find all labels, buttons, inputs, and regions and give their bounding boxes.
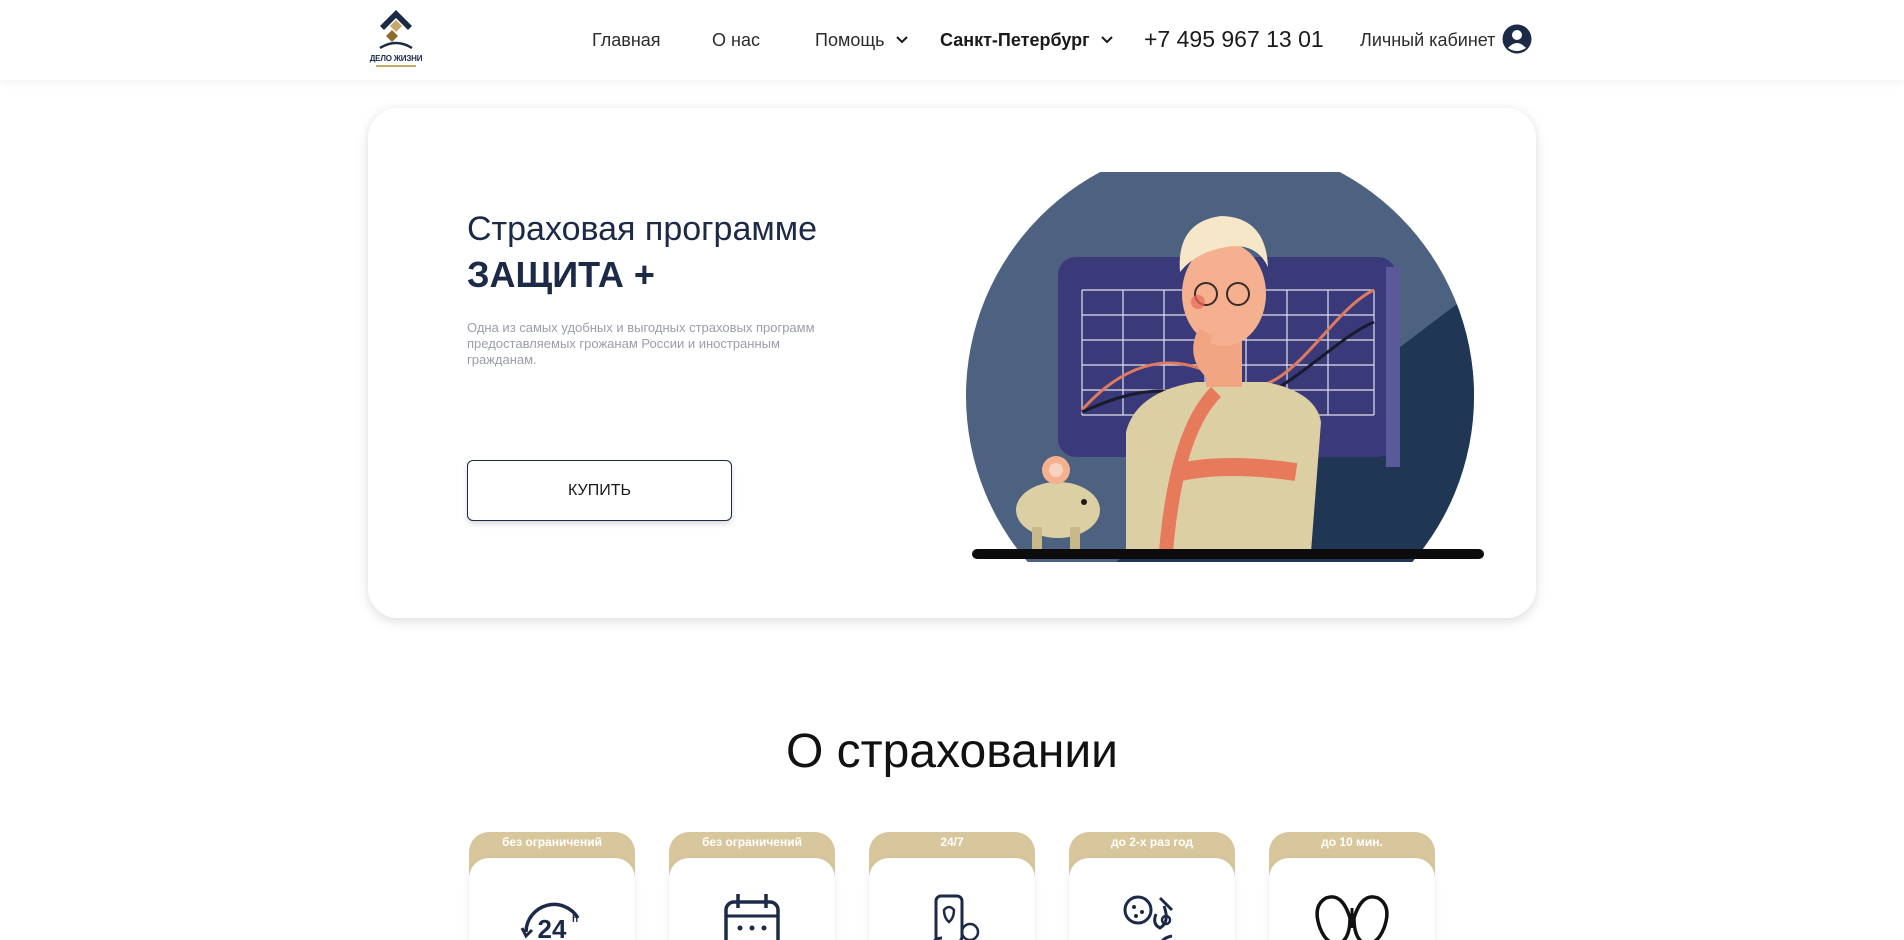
site-header: ДЕЛО ЖИЗНИ Главная О нас Помощь Санкт-Пе… — [0, 0, 1904, 80]
chevron-down-icon — [895, 36, 908, 44]
logo-underline — [376, 65, 416, 67]
chevron-down-icon — [1100, 36, 1113, 44]
feature-card[interactable]: до 2-х раз год — [1069, 832, 1235, 940]
24h-icon: 24 h — [520, 902, 580, 940]
user-icon[interactable] — [1502, 24, 1532, 54]
feature-card[interactable]: без ограничений 24 h — [469, 832, 635, 940]
feature-tag: без ограничений — [702, 835, 802, 849]
feature-card-body — [669, 858, 835, 940]
nav-help-label: Помощь — [815, 30, 885, 50]
buy-button[interactable]: КУПИТЬ — [467, 460, 732, 521]
hero-program-name: ЗАЩИТА + — [467, 254, 655, 295]
feature-card[interactable]: до 10 мин. — [1269, 832, 1435, 940]
hero-title: Страховая программе — [467, 210, 818, 248]
nav-city-label: Санкт-Петербург — [940, 30, 1090, 50]
phone-support-icon — [933, 894, 980, 940]
nav-about[interactable]: О нас — [712, 30, 760, 51]
personal-cabinet-link[interactable]: Личный кабинет — [1360, 30, 1495, 51]
lungs-icon — [1315, 895, 1389, 940]
calendar-icon — [724, 894, 780, 940]
svg-text:24: 24 — [538, 914, 567, 940]
nav-help[interactable]: Помощь — [815, 30, 908, 51]
svg-text:h: h — [572, 914, 578, 925]
hero-illustration — [966, 172, 1484, 562]
features-list: без ограничений 24 h без ограничений 24/… — [0, 832, 1904, 940]
hero-description: Одна из самых удобных и выгодных страхов… — [467, 320, 815, 367]
feature-card-body — [869, 858, 1035, 940]
feature-card-body: 24 h — [469, 858, 635, 940]
feature-tag: до 10 мин. — [1321, 835, 1383, 849]
logo[interactable]: ДЕЛО ЖИЗНИ — [368, 8, 424, 70]
section-title: О страховании — [786, 725, 1118, 778]
hero-card: Страховая программе ЗАЩИТА + Одна из сам… — [368, 108, 1536, 618]
feature-card[interactable]: без ограничений — [669, 832, 835, 940]
feature-tag: 24/7 — [940, 835, 964, 849]
feature-card-body — [1269, 858, 1435, 940]
logo-text: ДЕЛО ЖИЗНИ — [369, 54, 423, 63]
feature-tag: без ограничений — [502, 835, 602, 849]
phone-number[interactable]: +7 495 967 13 01 — [1144, 26, 1324, 53]
feature-card[interactable]: 24/7 — [869, 832, 1035, 940]
feature-card-body — [1069, 858, 1235, 940]
nav-home[interactable]: Главная — [592, 30, 661, 51]
logo-icon — [379, 10, 413, 50]
nav-city-select[interactable]: Санкт-Петербург — [940, 30, 1113, 51]
virus-icon — [1123, 895, 1174, 940]
feature-tag: до 2-х раз год — [1110, 835, 1194, 849]
